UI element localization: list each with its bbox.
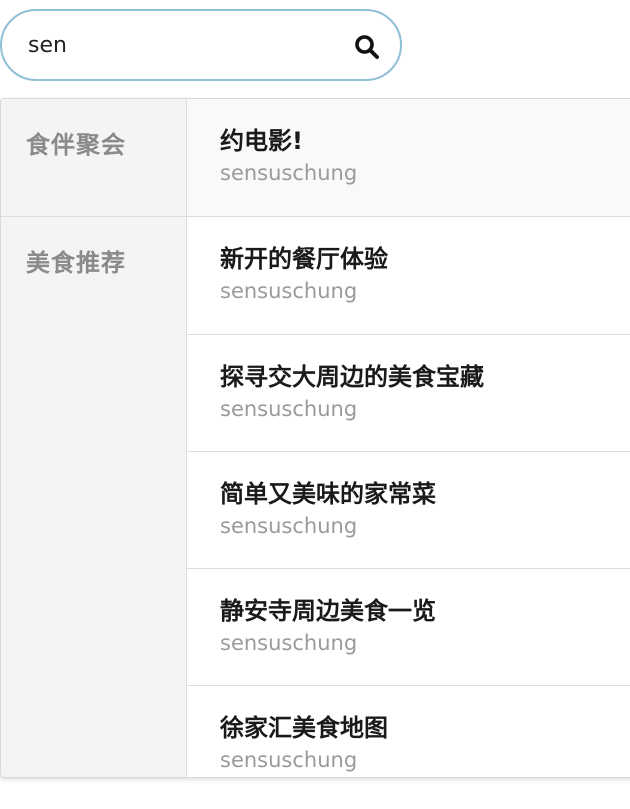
search-box[interactable] xyxy=(0,9,402,81)
result-category: 食伴聚会 约电影! sensuschung xyxy=(1,99,630,216)
result-author: sensuschung xyxy=(220,631,358,655)
result-title: 徐家汇美食地图 xyxy=(220,714,388,742)
result-item[interactable]: 约电影! sensuschung xyxy=(187,99,630,216)
result-author: sensuschung xyxy=(220,748,358,772)
result-title: 静安寺周边美食一览 xyxy=(220,597,436,625)
result-author: sensuschung xyxy=(220,514,358,538)
search-input[interactable] xyxy=(28,25,328,65)
result-title: 探寻交大周边的美食宝藏 xyxy=(220,363,484,391)
result-item[interactable]: 徐家汇美食地图 sensuschung xyxy=(187,685,630,777)
result-category: 美食推荐 新开的餐厅体验 sensuschung 探寻交大周边的美食宝藏 sen… xyxy=(1,216,630,777)
result-title: 约电影! xyxy=(220,127,303,155)
result-author: sensuschung xyxy=(220,161,358,185)
result-title: 新开的餐厅体验 xyxy=(220,245,388,273)
category-label: 美食推荐 xyxy=(1,217,187,777)
category-items: 新开的餐厅体验 sensuschung 探寻交大周边的美食宝藏 sensusch… xyxy=(187,217,630,777)
result-author: sensuschung xyxy=(220,397,358,421)
result-author: sensuschung xyxy=(220,279,358,303)
category-label: 食伴聚会 xyxy=(1,99,187,216)
result-item[interactable]: 新开的餐厅体验 sensuschung xyxy=(187,217,630,334)
result-title: 简单又美味的家常菜 xyxy=(220,480,436,508)
result-item[interactable]: 简单又美味的家常菜 sensuschung xyxy=(187,451,630,568)
result-item[interactable]: 探寻交大周边的美食宝藏 sensuschung xyxy=(187,334,630,451)
search-icon[interactable] xyxy=(354,34,380,60)
category-items: 约电影! sensuschung xyxy=(187,99,630,216)
search-results-dropdown: 食伴聚会 约电影! sensuschung 美食推荐 新开的餐厅体验 sensu… xyxy=(0,98,630,778)
result-item[interactable]: 静安寺周边美食一览 sensuschung xyxy=(187,568,630,685)
